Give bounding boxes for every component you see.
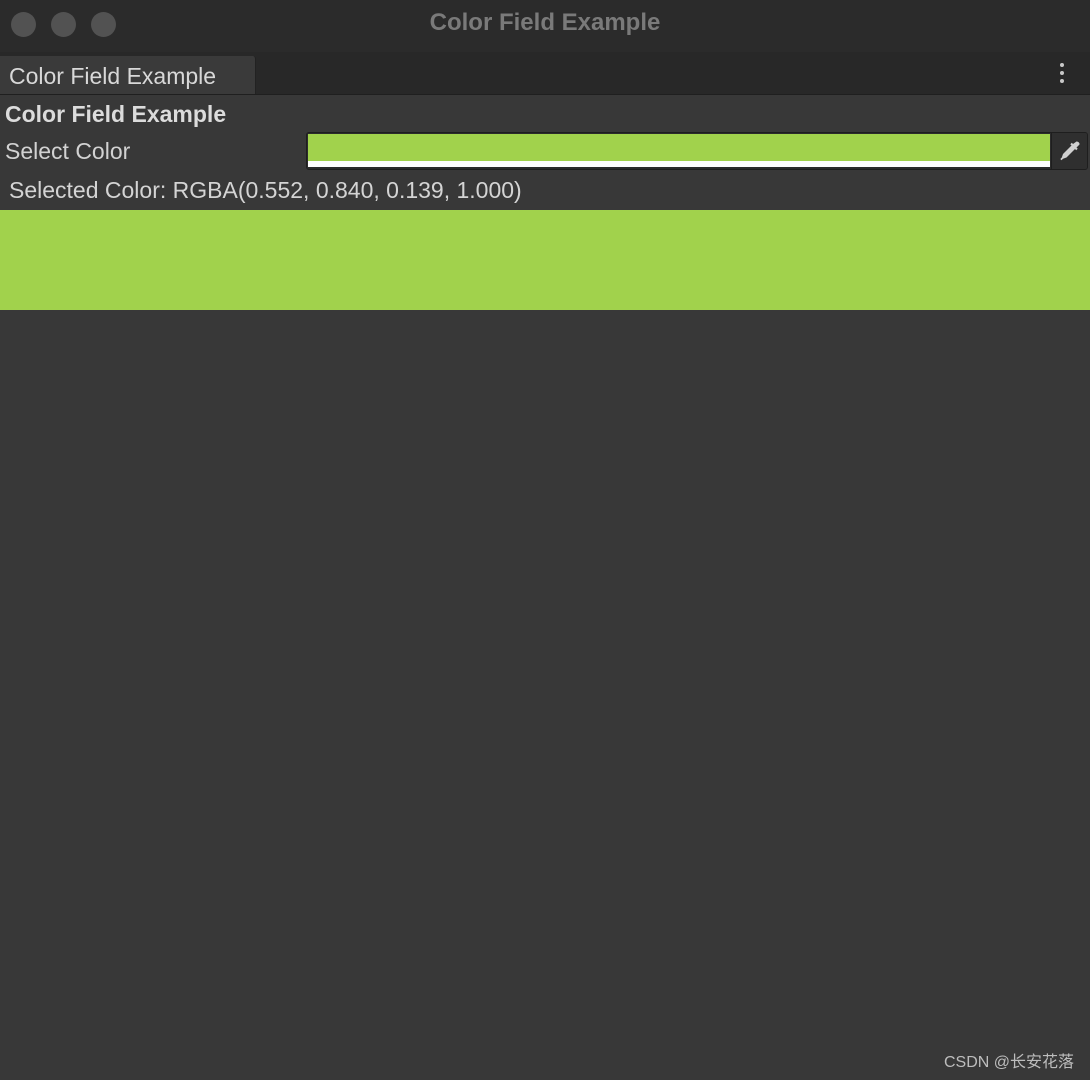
title-bar: Color Field Example <box>0 0 1090 52</box>
editor-window: Color Field Example Color Field Example … <box>0 0 1090 1080</box>
eyedropper-icon <box>1060 141 1080 161</box>
watermark: CSDN @长安花落 <box>943 1054 1074 1071</box>
tab-bar: Color Field Example <box>0 52 1090 95</box>
color-swatch[interactable] <box>308 134 1050 161</box>
color-preview-panel <box>0 210 1090 310</box>
color-field-label: Select Color <box>5 138 131 164</box>
color-field[interactable] <box>306 132 1088 170</box>
eyedropper-button[interactable] <box>1051 133 1087 169</box>
window-title: Color Field Example <box>429 9 661 36</box>
selected-color-text: Selected Color: RGBA(0.552, 0.840, 0.139… <box>9 177 522 203</box>
tab-label: Color Field Example <box>9 63 217 89</box>
tab-color-field-example[interactable]: Color Field Example <box>0 56 256 94</box>
section-header: Color Field Example <box>5 101 227 127</box>
kebab-menu-icon[interactable] <box>1052 60 1072 86</box>
alpha-bar <box>308 161 1050 167</box>
